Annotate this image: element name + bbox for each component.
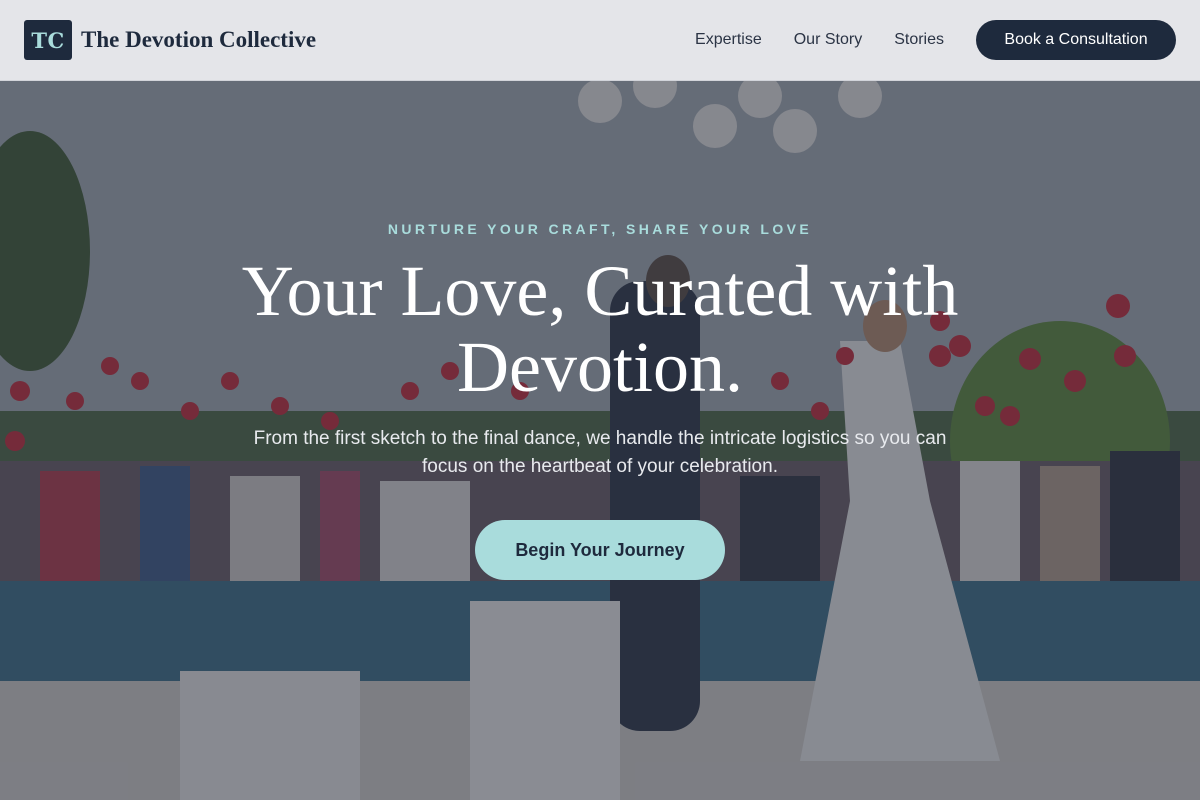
book-consultation-button[interactable]: Book a Consultation: [976, 20, 1176, 60]
main-nav: Expertise Our Story Stories Book a Consu…: [695, 20, 1176, 60]
hero-subtext: From the first sketch to the final dance…: [253, 428, 947, 477]
nav-link-stories[interactable]: Stories: [894, 31, 944, 49]
nav-link-our-story[interactable]: Our Story: [794, 31, 862, 49]
nav-link-expertise[interactable]: Expertise: [695, 31, 762, 49]
hero-headline: Your Love, Curated with Devotion.: [241, 251, 959, 407]
hero-eyebrow: NURTURE YOUR CRAFT, SHARE YOUR LOVE: [387, 221, 813, 237]
brand-name[interactable]: The Devotion Collective: [81, 27, 316, 53]
logo-mark[interactable]: TC: [24, 20, 72, 60]
site-header: TC The Devotion Collective Expertise Our…: [0, 0, 1200, 81]
begin-journey-button[interactable]: Begin Your Journey: [475, 520, 725, 580]
landing-page: TC The Devotion Collective Expertise Our…: [0, 0, 1200, 800]
